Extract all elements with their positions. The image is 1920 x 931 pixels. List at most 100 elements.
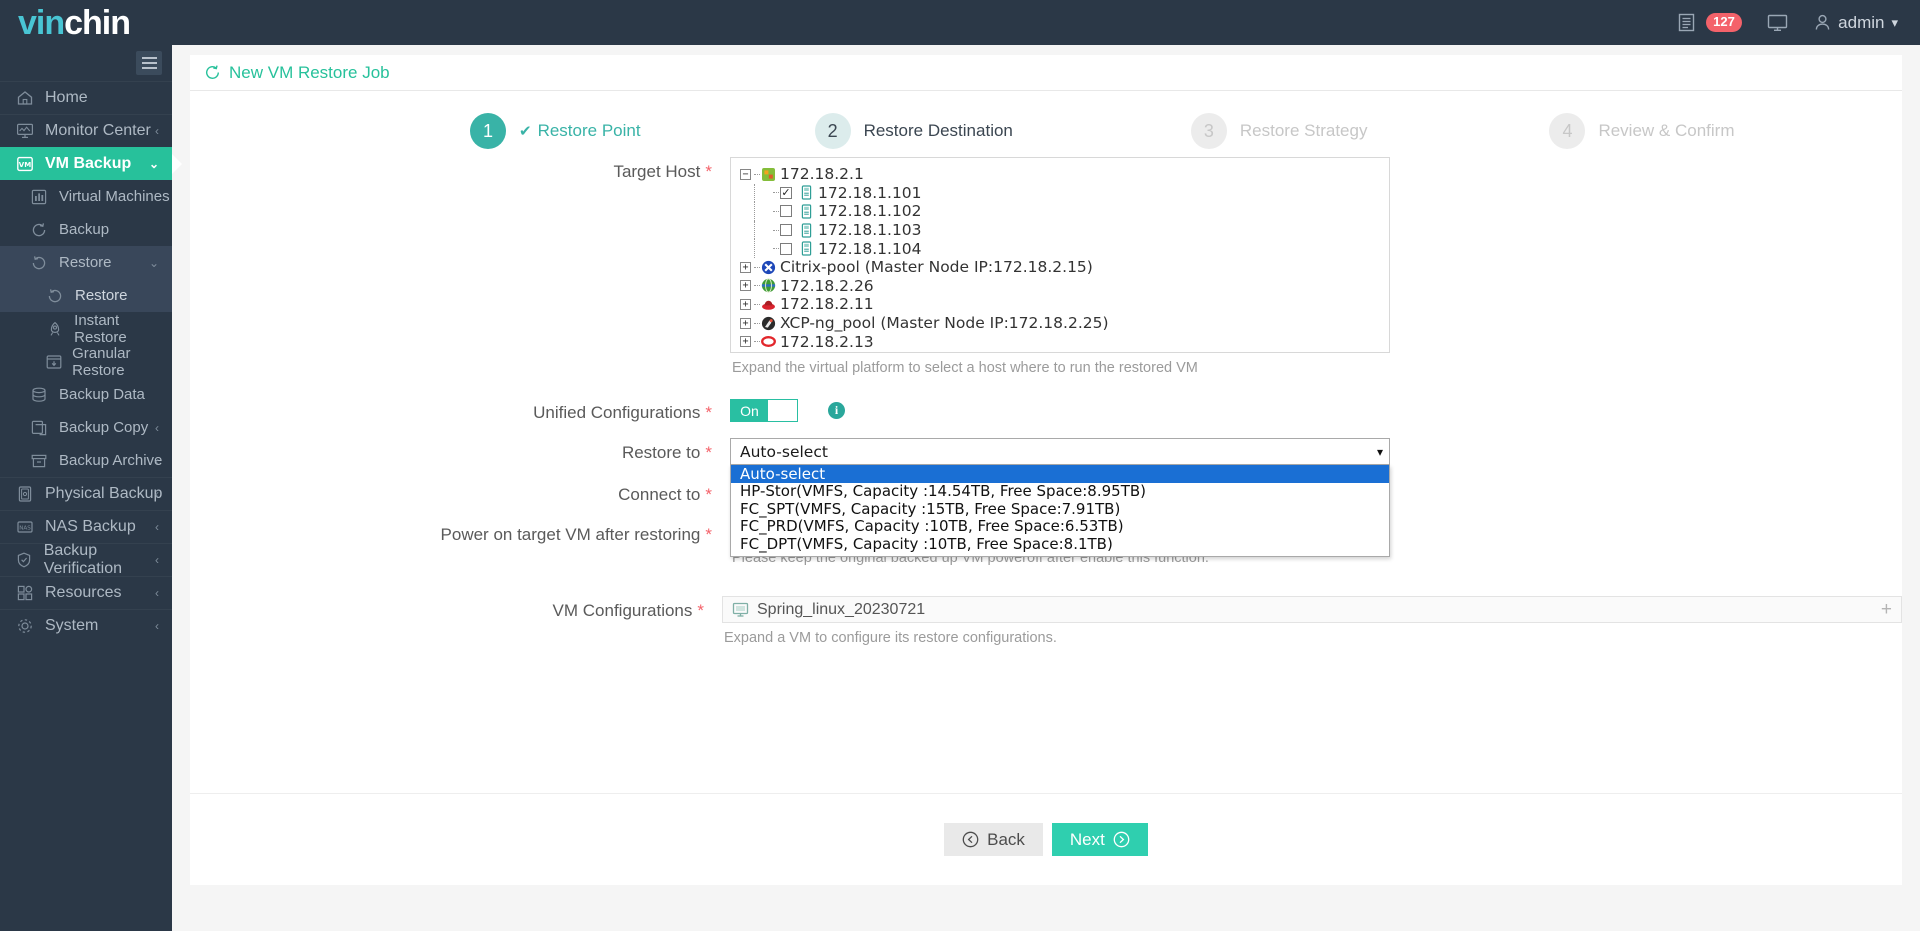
- log-icon[interactable]: [1677, 13, 1696, 32]
- chevron-icon: ‹: [155, 487, 159, 501]
- back-button[interactable]: Back: [944, 823, 1043, 856]
- tree-checkbox[interactable]: ✓: [780, 186, 792, 199]
- sidebar-item-backup-verification[interactable]: Backup Verification ‹: [0, 542, 172, 577]
- hamburger-icon[interactable]: [136, 51, 162, 75]
- redhat-icon: [761, 297, 776, 312]
- sidebar-item-restore[interactable]: Restore: [0, 279, 172, 312]
- restore-to-option[interactable]: FC_SPT(VMFS, Capacity :15TB, Free Space:…: [731, 500, 1389, 518]
- sidebar-item-vm-backup[interactable]: VM VM Backup ⌄: [0, 147, 182, 180]
- info-icon[interactable]: i: [828, 402, 845, 419]
- restore-destination-form: Target Host * −172.18.2.1 ✓ 172.18.1.101 172…: [190, 157, 1902, 646]
- wizard-step-1[interactable]: 1 ✔ Restore Point: [470, 113, 641, 149]
- arrow-left-circle-icon: [962, 831, 979, 848]
- tree-expander[interactable]: −: [740, 168, 751, 180]
- backup-icon: [28, 221, 50, 239]
- tree-node-label: Citrix-pool (Master Node IP:172.18.2.15): [780, 258, 1093, 277]
- target-host-row: Target Host * −172.18.2.1 ✓ 172.18.1.101 172…: [190, 157, 1902, 376]
- tree-expander[interactable]: +: [740, 317, 751, 329]
- citrix-icon: [761, 260, 776, 275]
- vm-configurations-hint: Expand a VM to configure its restore con…: [724, 630, 1057, 646]
- tree-node[interactable]: + XCP-ng_pool (Master Node IP:172.18.2.25…: [740, 314, 1389, 333]
- brand-logo[interactable]: vinchin: [18, 3, 131, 42]
- tree-node[interactable]: +172.18.2.13: [740, 332, 1389, 351]
- tree-checkbox[interactable]: [780, 242, 792, 255]
- unified-configurations-toggle[interactable]: On: [730, 399, 798, 422]
- monitor-icon[interactable]: [1767, 14, 1788, 32]
- target-host-tree[interactable]: −172.18.2.1 ✓ 172.18.1.101 172.18.1.102 172.…: [730, 157, 1390, 353]
- user-name: admin: [1838, 12, 1885, 32]
- sidebar-item-label: Monitor Center: [45, 122, 151, 139]
- tree-expander[interactable]: +: [740, 261, 751, 273]
- nas-icon: NAS: [14, 518, 36, 536]
- vm-configuration-item[interactable]: Spring_linux_20230721 +: [722, 596, 1902, 623]
- tree-checkbox[interactable]: [780, 205, 792, 218]
- tree-node[interactable]: 172.18.1.104: [740, 239, 1389, 258]
- sidebar-item-monitor-center[interactable]: Monitor Center ‹: [0, 114, 172, 147]
- content-area: New VM Restore Job 1 ✔ Restore Point 2 Resto…: [172, 45, 1920, 931]
- wizard-step-2[interactable]: 2 Restore Destination: [814, 113, 1013, 149]
- sidebar-item-virtual-machines[interactable]: Virtual Machines: [0, 180, 172, 213]
- sidebar-item-backup[interactable]: Backup: [0, 213, 172, 246]
- tree-node[interactable]: 172.18.1.102: [740, 202, 1389, 221]
- tree-node-label: 172.18.2.11: [780, 295, 874, 314]
- user-menu[interactable]: admin ▾: [1814, 13, 1898, 33]
- target-host-label: Target Host *: [613, 162, 712, 181]
- vm-icon: VM: [14, 155, 36, 173]
- step-number: 1: [470, 113, 506, 149]
- wizard-step-3[interactable]: 3 Restore Strategy: [1190, 113, 1368, 149]
- sidebar: Home Monitor Center ‹ VM VM Backup ⌄ Virtual M…: [0, 45, 182, 931]
- tree-expander[interactable]: +: [740, 280, 751, 292]
- sidebar-collapse-row: [0, 45, 172, 81]
- restore-to-option[interactable]: Auto-select: [731, 465, 1389, 483]
- tree-node-label: 172.18.2.13: [780, 332, 874, 351]
- tree-node[interactable]: − 172.18.2.1: [740, 165, 1389, 184]
- top-bar: vinchin 127 admin ▾: [0, 0, 1920, 45]
- tree-node-label: 172.18.1.101: [818, 183, 922, 202]
- restore-to-dropdown[interactable]: Auto-select HP-Stor(VMFS, Capacity :14.54…: [730, 465, 1390, 557]
- tree-dot-leader: [773, 210, 779, 212]
- restore-to-option[interactable]: FC_DPT(VMFS, Capacity :10TB, Free Space:…: [731, 535, 1389, 553]
- notifications-bell[interactable]: 127: [1706, 12, 1742, 33]
- tree-node[interactable]: + Citrix-pool (Master Node IP:172.18.2.15…: [740, 258, 1389, 277]
- sidebar-item-backup-data[interactable]: Backup Data: [0, 378, 172, 411]
- sidebar-item-backup-archive[interactable]: Backup Archive ‹: [0, 444, 172, 477]
- restore-to-option[interactable]: FC_PRD(VMFS, Capacity :10TB, Free Space:…: [731, 517, 1389, 535]
- gear-icon: [14, 617, 36, 635]
- tree-expander[interactable]: +: [740, 298, 751, 310]
- tree-node[interactable]: +172.18.2.26: [740, 277, 1389, 296]
- sidebar-item-label: Virtual Machines: [59, 188, 170, 205]
- sidebar-item-granular-restore[interactable]: Granular Restore: [0, 345, 172, 379]
- page-title: New VM Restore Job: [229, 62, 390, 82]
- sidebar-item-system[interactable]: System ‹: [0, 609, 172, 642]
- step-label: Restore Destination: [863, 121, 1013, 140]
- next-button[interactable]: Next: [1051, 823, 1148, 856]
- restore-to-select[interactable]: Auto-select ▾: [730, 438, 1390, 465]
- tree-dot-leader: [773, 229, 779, 231]
- sidebar-item-physical-backup[interactable]: Physical Backup ‹: [0, 477, 172, 510]
- database-icon: [28, 386, 50, 404]
- tree-node[interactable]: 172.18.1.103: [740, 220, 1389, 240]
- restore-icon: [28, 254, 50, 272]
- sidebar-item-instant-restore[interactable]: Instant Restore: [0, 312, 172, 346]
- step-label: Restore Strategy: [1239, 121, 1368, 140]
- wizard-step-4[interactable]: 4 Review & Confirm: [1549, 113, 1735, 149]
- check-icon: ✔: [519, 123, 532, 140]
- tree-checkbox[interactable]: [780, 224, 792, 237]
- tree-expander[interactable]: +: [740, 336, 751, 348]
- connect-to-label: Connect to *: [618, 485, 712, 504]
- tree-node[interactable]: ✓ 172.18.1.101: [740, 183, 1389, 203]
- sidebar-item-resources[interactable]: Resources ‹: [0, 576, 172, 609]
- restore-to-option[interactable]: HP-Stor(VMFS, Capacity :14.54TB, Free Sp…: [731, 482, 1389, 500]
- sidebar-item-label: NAS Backup: [45, 518, 136, 535]
- copy-icon: [28, 419, 50, 437]
- sidebar-item-label: Backup Copy: [59, 419, 149, 436]
- plus-icon[interactable]: +: [1881, 600, 1892, 619]
- brand-logo-part1: vin: [18, 3, 65, 42]
- vm-configurations-row: VM Configurations * Spring_linux_20230721…: [190, 596, 1902, 646]
- tree-node[interactable]: +172.18.2.11: [740, 295, 1389, 314]
- sidebar-item-home[interactable]: Home: [0, 81, 172, 114]
- sidebar-item-restore[interactable]: Restore ⌄: [0, 246, 172, 279]
- sidebar-item-nas-backup[interactable]: NAS NAS Backup ‹: [0, 510, 172, 543]
- sidebar-item-backup-copy[interactable]: Backup Copy ‹: [0, 411, 172, 444]
- vm-configurations-label: VM Configurations *: [552, 601, 704, 620]
